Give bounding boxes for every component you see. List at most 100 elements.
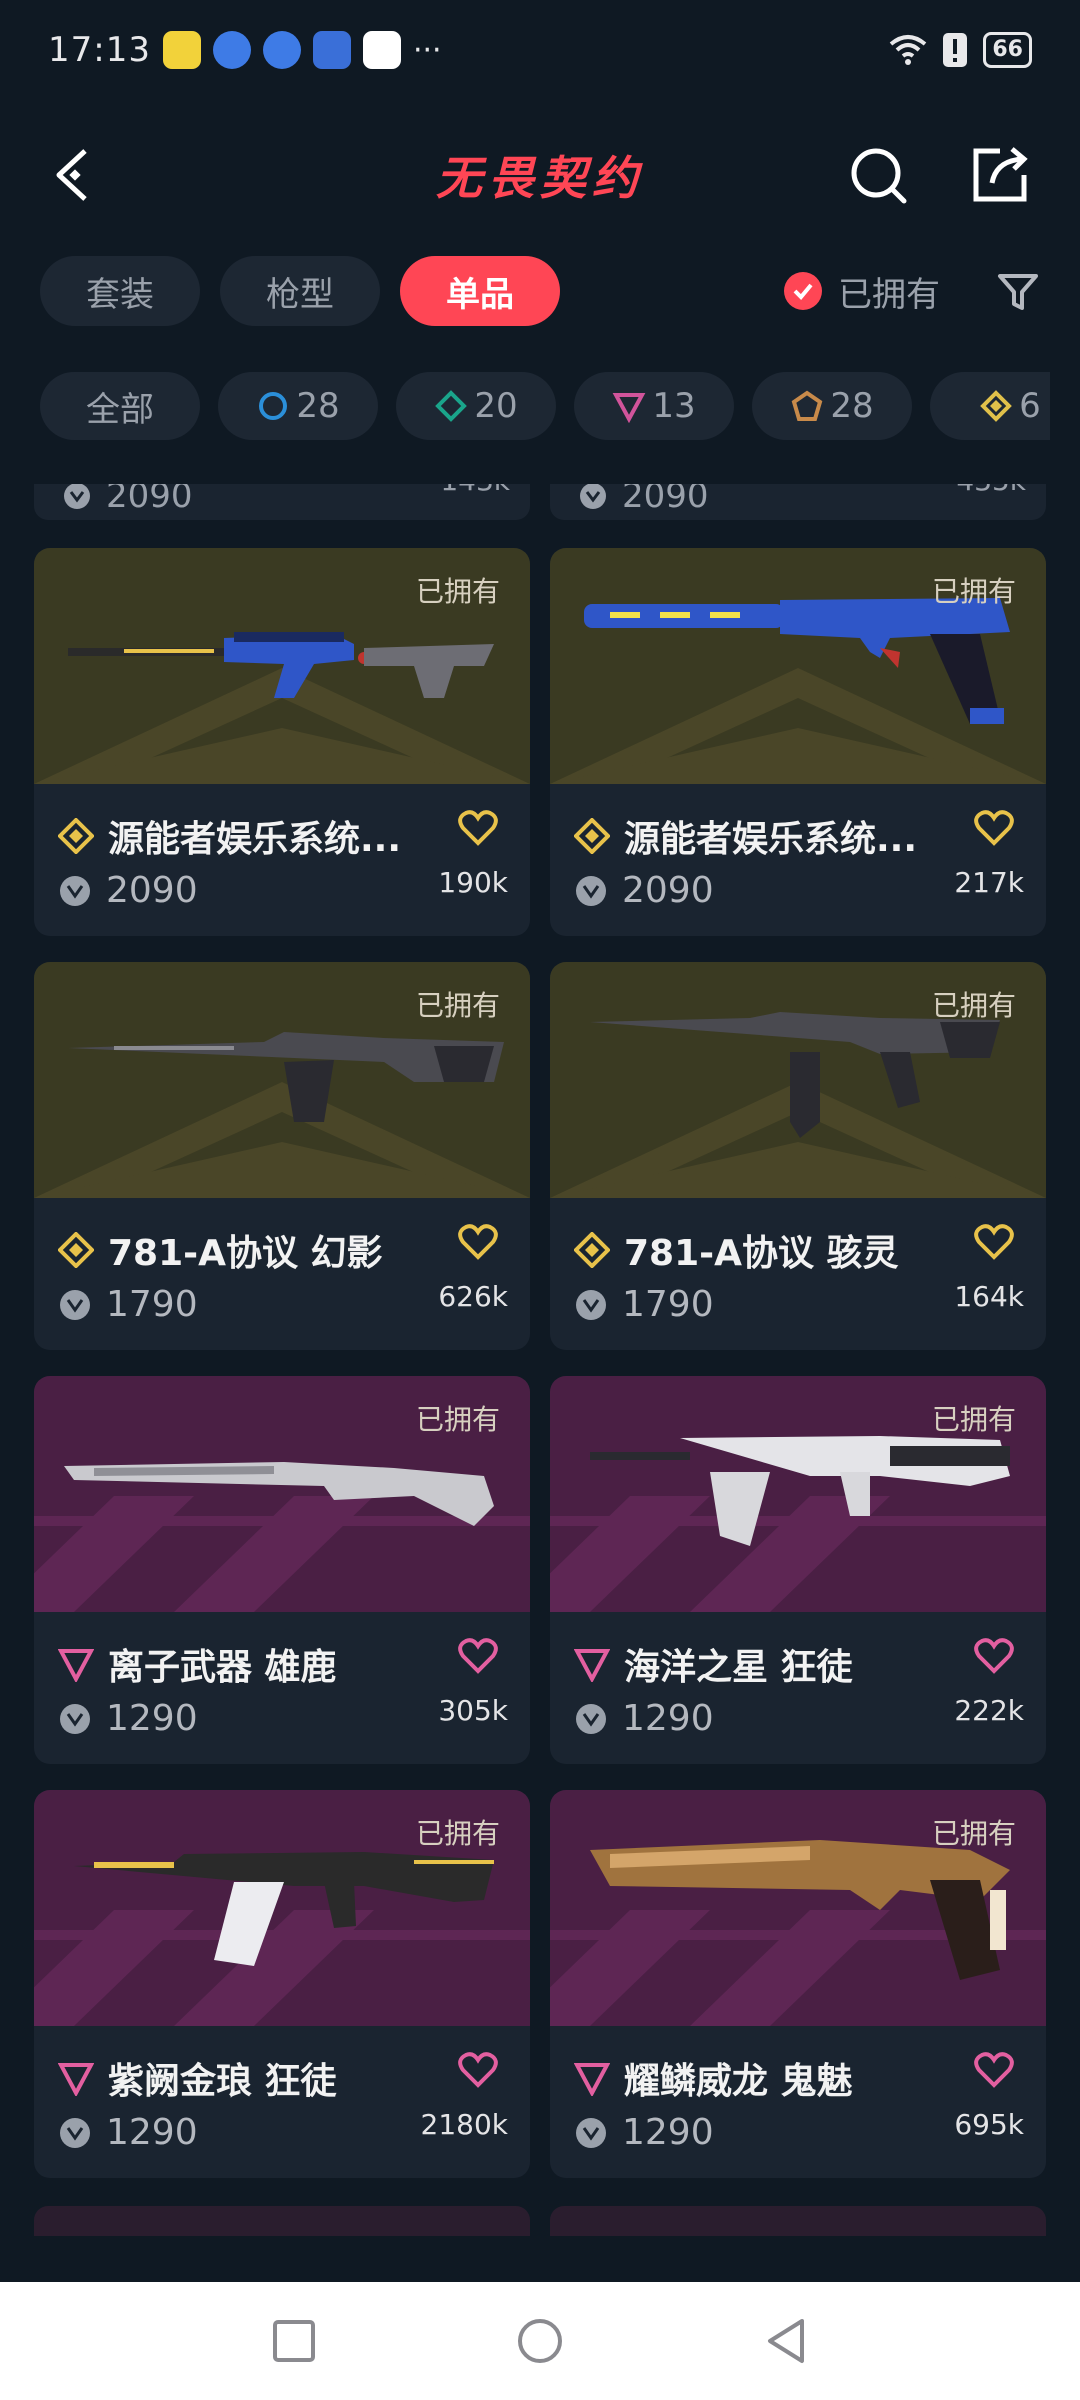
- tier-ultra-icon: [792, 390, 823, 421]
- favorite-button[interactable]: [974, 810, 1014, 850]
- item-price: 2090: [622, 484, 709, 516]
- vp-currency-icon: [60, 875, 90, 906]
- partial-card[interactable]: [34, 2206, 530, 2236]
- item-price: 1290: [106, 2112, 198, 2153]
- item-name: 离子武器 雄鹿: [108, 1647, 337, 1688]
- item-likes: 305k: [438, 1694, 508, 1727]
- heart-icon: [458, 810, 498, 846]
- favorite-button[interactable]: [458, 2052, 498, 2092]
- chat-notification-icon: [362, 31, 401, 69]
- item-name: 781-A协议 骇灵: [624, 1233, 899, 1274]
- item-card[interactable]: 已拥有 耀鳞威龙 鬼魅 1290 695k: [550, 1790, 1046, 2178]
- heart-icon: [458, 2052, 498, 2088]
- owned-badge: 已拥有: [931, 575, 1016, 608]
- home-icon[interactable]: [516, 2317, 564, 2365]
- owned-toggle-label: 已拥有: [838, 274, 940, 315]
- favorite-button[interactable]: [974, 1224, 1014, 1264]
- heart-icon: [974, 1224, 1014, 1260]
- premium-tier-icon: [574, 2063, 610, 2096]
- item-card[interactable]: 已拥有 紫阙金琅 狂徒 1290 2180k: [34, 1790, 530, 2178]
- exclusive-tier-icon: [58, 818, 94, 854]
- vp-currency-icon: [60, 2117, 90, 2148]
- back-nav-icon[interactable]: [764, 2317, 808, 2365]
- exclusive-tier-icon: [574, 1232, 610, 1268]
- back-button[interactable]: [38, 130, 108, 220]
- search-icon: [851, 148, 907, 204]
- owned-badge: 已拥有: [931, 1403, 1016, 1436]
- partial-card[interactable]: 2090 435k: [550, 484, 1046, 520]
- system-nav-bar: [0, 2282, 1080, 2400]
- vp-currency-icon: [580, 484, 606, 509]
- check-icon: [784, 272, 822, 310]
- favorite-button[interactable]: [974, 2052, 1014, 2092]
- filter-button[interactable]: [990, 264, 1046, 320]
- alert-icon: [943, 33, 968, 67]
- tier-premium-icon: [613, 393, 646, 423]
- item-name: 源能者娱乐系统...: [624, 819, 918, 860]
- share-button[interactable]: [960, 132, 1040, 218]
- item-price: 2090: [106, 484, 193, 516]
- vp-currency-icon: [64, 484, 90, 509]
- vp-currency-icon: [60, 1703, 90, 1734]
- vp-currency-icon: [576, 1703, 606, 1734]
- item-likes: 695k: [954, 2108, 1024, 2141]
- item-likes: 435k: [956, 484, 1026, 497]
- exclusive-tier-icon: [574, 818, 610, 854]
- owned-badge: 已拥有: [931, 989, 1016, 1022]
- item-card[interactable]: 已拥有 源能者娱乐系统... 2090 190k: [34, 548, 530, 936]
- item-likes: 164k: [954, 1280, 1024, 1313]
- tab-items[interactable]: 单品: [400, 256, 560, 326]
- tab-weapon-types[interactable]: 枪型: [220, 256, 380, 326]
- item-card[interactable]: 已拥有 海洋之星 狂徒 1290 222k: [550, 1376, 1046, 1764]
- owned-badge: 已拥有: [415, 989, 500, 1022]
- partial-card[interactable]: 2090 143k: [34, 484, 530, 520]
- heart-icon: [458, 1638, 498, 1674]
- item-likes: 222k: [954, 1694, 1024, 1727]
- browser-notification-icon: [262, 31, 301, 69]
- recent-apps-icon[interactable]: [272, 2319, 316, 2363]
- item-price: 1290: [622, 2112, 714, 2153]
- tab-bundles[interactable]: 套装: [40, 256, 200, 326]
- chip-exclusive-tier[interactable]: 6: [930, 372, 1050, 440]
- vp-currency-icon: [576, 2117, 606, 2148]
- favorite-button[interactable]: [458, 1638, 498, 1678]
- item-price: 1290: [106, 1698, 198, 1739]
- wifi-icon: [890, 35, 927, 65]
- vp-currency-icon: [60, 1289, 90, 1320]
- item-card[interactable]: 已拥有 781-A协议 骇灵 1790 164k: [550, 962, 1046, 1350]
- owned-toggle[interactable]: 已拥有: [784, 256, 940, 326]
- chip-premium-tier[interactable]: 13: [574, 372, 734, 440]
- heart-icon: [974, 2052, 1014, 2088]
- item-card[interactable]: 已拥有 781-A协议 幻影 1790 626k: [34, 962, 530, 1350]
- partial-card[interactable]: [550, 2206, 1046, 2236]
- search-button[interactable]: [838, 132, 918, 218]
- heart-icon: [974, 810, 1014, 846]
- premium-tier-icon: [58, 2063, 94, 2096]
- owned-badge: 已拥有: [415, 1817, 500, 1850]
- app-notification-icon: [162, 31, 201, 69]
- item-price: 1790: [106, 1284, 198, 1325]
- more-notifications: ···: [412, 32, 442, 68]
- item-card[interactable]: 已拥有 源能者娱乐系统... 2090 217k: [550, 548, 1046, 936]
- favorite-button[interactable]: [458, 1224, 498, 1264]
- status-time: 17:13: [48, 30, 151, 70]
- chip-all[interactable]: 全部: [40, 372, 200, 440]
- status-bar: 17:13 ··· 66: [0, 0, 1080, 100]
- owned-badge: 已拥有: [931, 1817, 1016, 1850]
- item-likes: 143k: [440, 484, 510, 497]
- tier-filter-chips: 全部 28 20 13 28 6: [40, 372, 1050, 440]
- favorite-button[interactable]: [974, 1638, 1014, 1678]
- vp-currency-icon: [576, 875, 606, 906]
- chip-ultra-tier[interactable]: 28: [752, 372, 912, 440]
- owned-badge: 已拥有: [415, 1403, 500, 1436]
- item-likes: 217k: [954, 866, 1024, 899]
- chip-deluxe-tier[interactable]: 20: [396, 372, 556, 440]
- item-card[interactable]: 已拥有 离子武器 雄鹿 1290 305k: [34, 1376, 530, 1764]
- heart-icon: [974, 1638, 1014, 1674]
- back-arrow-icon: [56, 149, 87, 201]
- favorite-button[interactable]: [458, 810, 498, 850]
- owned-badge: 已拥有: [415, 575, 500, 608]
- tier-exclusive-icon: [980, 390, 1013, 422]
- tier-deluxe-icon: [435, 390, 468, 422]
- chip-select-tier[interactable]: 28: [218, 372, 378, 440]
